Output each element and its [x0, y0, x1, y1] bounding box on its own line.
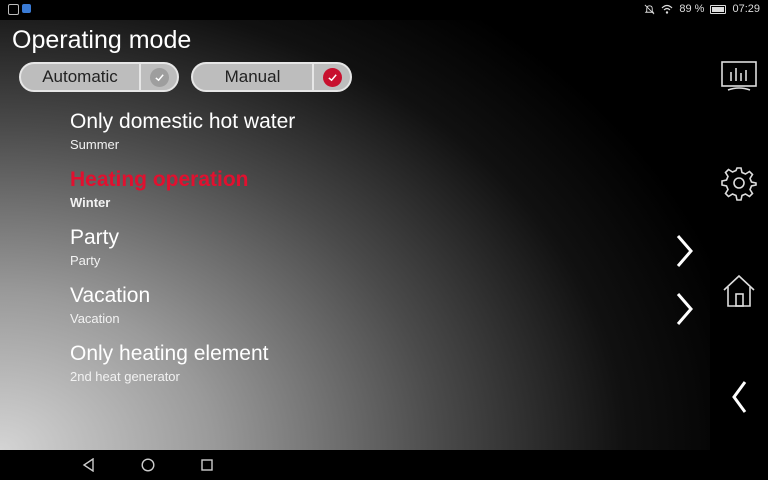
chevron-left-icon[interactable] — [720, 378, 758, 416]
gear-icon[interactable] — [720, 164, 758, 202]
list-item-subtitle: Vacation — [70, 311, 120, 326]
list-item-title: Only heating element — [70, 342, 269, 365]
back-triangle-icon[interactable] — [82, 458, 96, 472]
page-title: Operating mode — [12, 26, 192, 54]
manual-mode-toggle[interactable]: Manual — [191, 62, 352, 92]
notification-app-icon — [22, 4, 31, 13]
manual-mode-label: Manual — [224, 67, 281, 86]
list-item-title: Party — [70, 226, 120, 249]
check-icon — [322, 67, 342, 87]
manual-check-area — [312, 64, 350, 90]
list-item-title: Heating operation — [70, 168, 249, 191]
chevron-right-icon[interactable] — [674, 292, 694, 326]
list-item-subtitle: Summer — [70, 137, 120, 152]
list-item-domestic-hot-water[interactable]: Only domestic hot water Summer — [70, 110, 690, 162]
list-item-vacation[interactable]: Vacation Vacation — [70, 284, 693, 336]
list-item-party[interactable]: Party Party — [70, 226, 693, 278]
wifi-icon — [661, 4, 673, 14]
battery-icon — [710, 4, 727, 14]
clock: 07:29 — [732, 3, 760, 15]
list-item-title: Only domestic hot water — [70, 110, 296, 133]
list-item-subtitle: Winter — [70, 195, 111, 210]
status-indicators: 89 % 07:29 — [644, 3, 760, 15]
check-icon — [149, 67, 169, 87]
display-chart-icon[interactable] — [720, 58, 758, 96]
battery-level: 89 % — [679, 3, 705, 15]
mute-icon — [644, 4, 655, 14]
notification-app-icon — [8, 4, 19, 15]
recents-square-icon[interactable] — [200, 458, 214, 472]
automatic-mode-toggle[interactable]: Automatic — [19, 62, 179, 92]
automatic-mode-label: Automatic — [42, 67, 118, 86]
home-icon[interactable] — [720, 272, 758, 310]
list-item-subtitle: Party — [70, 253, 101, 268]
home-circle-icon[interactable] — [141, 458, 155, 472]
chevron-right-icon[interactable] — [674, 234, 694, 268]
list-item-heating-operation[interactable]: Heating operation Winter — [70, 168, 690, 220]
system-navigation-bar — [0, 450, 768, 480]
main-panel: Operating mode Automatic Manual Only dom… — [0, 20, 710, 450]
list-item-heating-element[interactable]: Only heating element 2nd heat generator — [70, 342, 690, 394]
sidebar — [710, 20, 768, 450]
list-item-subtitle: 2nd heat generator — [70, 369, 180, 384]
status-bar: 89 % 07:29 — [0, 0, 768, 20]
notification-icons — [8, 4, 31, 15]
automatic-check-area — [139, 64, 177, 90]
list-item-title: Vacation — [70, 284, 151, 307]
